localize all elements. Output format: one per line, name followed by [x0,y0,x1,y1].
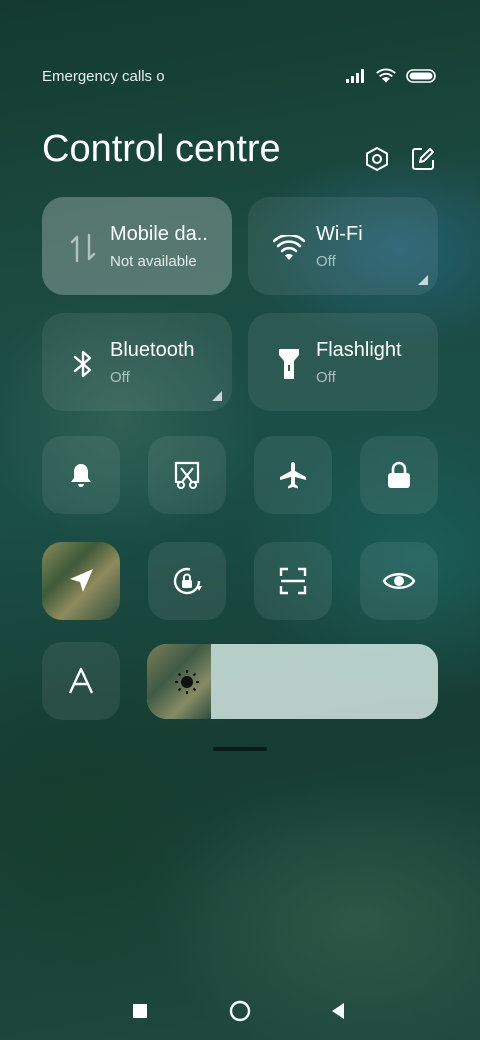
silent-toggle[interactable] [42,436,120,514]
recents-icon [133,1004,147,1018]
expand-corner-icon[interactable] [418,275,428,285]
location-icon [70,569,93,592]
signal-icon [346,69,364,83]
sun-icon [173,668,201,696]
airplane-icon [280,462,306,489]
airplane-toggle[interactable] [254,436,332,514]
status-bar: Emergency calls o [42,60,436,92]
bluetooth-tile[interactable]: Bluetooth Off [42,313,232,411]
carrier-text: Emergency calls o [42,67,165,85]
flashlight-tile[interactable]: Flashlight Off [248,313,438,411]
auto-brightness-icon [68,667,94,694]
home-icon [229,1000,251,1022]
rotation-lock-toggle[interactable] [148,542,226,620]
page-title: Control centre [42,128,281,170]
bluetooth-icon [66,347,100,381]
recents-button[interactable] [125,996,155,1026]
location-toggle[interactable] [42,542,120,620]
screenshot-scissors-icon [174,461,200,489]
back-button[interactable] [323,996,353,1026]
scanner-toggle[interactable] [254,542,332,620]
status-icons [346,68,436,84]
tile-status: Off [316,369,336,386]
rotation-lock-icon [173,567,202,595]
reading-mode-toggle[interactable] [360,542,438,620]
tile-name: Mobile da.. [110,223,208,245]
back-icon [332,1003,344,1019]
tile-name: Wi-Fi [316,223,363,245]
data-arrows-icon [66,231,100,265]
mobile-data-tile[interactable]: Mobile da.. Not available [42,197,232,295]
lock-icon [388,461,410,488]
wifi-status-icon [376,68,396,83]
brightness-slider[interactable] [147,644,438,719]
auto-brightness-toggle[interactable] [42,642,120,720]
flashlight-icon [272,347,306,381]
wifi-icon [272,231,306,265]
screenshot-toggle[interactable] [148,436,226,514]
edit-icon[interactable] [408,144,438,174]
tile-status: Off [110,369,130,386]
scanner-icon [279,567,307,595]
tile-name: Flashlight [316,339,402,361]
drag-handle[interactable] [213,747,267,751]
eye-icon [382,573,416,589]
bell-icon [71,464,91,487]
tile-status: Off [316,253,336,270]
tile-status: Not available [110,253,197,270]
expand-corner-icon[interactable] [212,391,222,401]
tile-name: Bluetooth [110,339,195,361]
wifi-tile[interactable]: Wi-Fi Off [248,197,438,295]
battery-icon [406,69,436,83]
lock-toggle[interactable] [360,436,438,514]
home-button[interactable] [225,996,255,1026]
settings-hex-icon[interactable] [362,144,392,174]
